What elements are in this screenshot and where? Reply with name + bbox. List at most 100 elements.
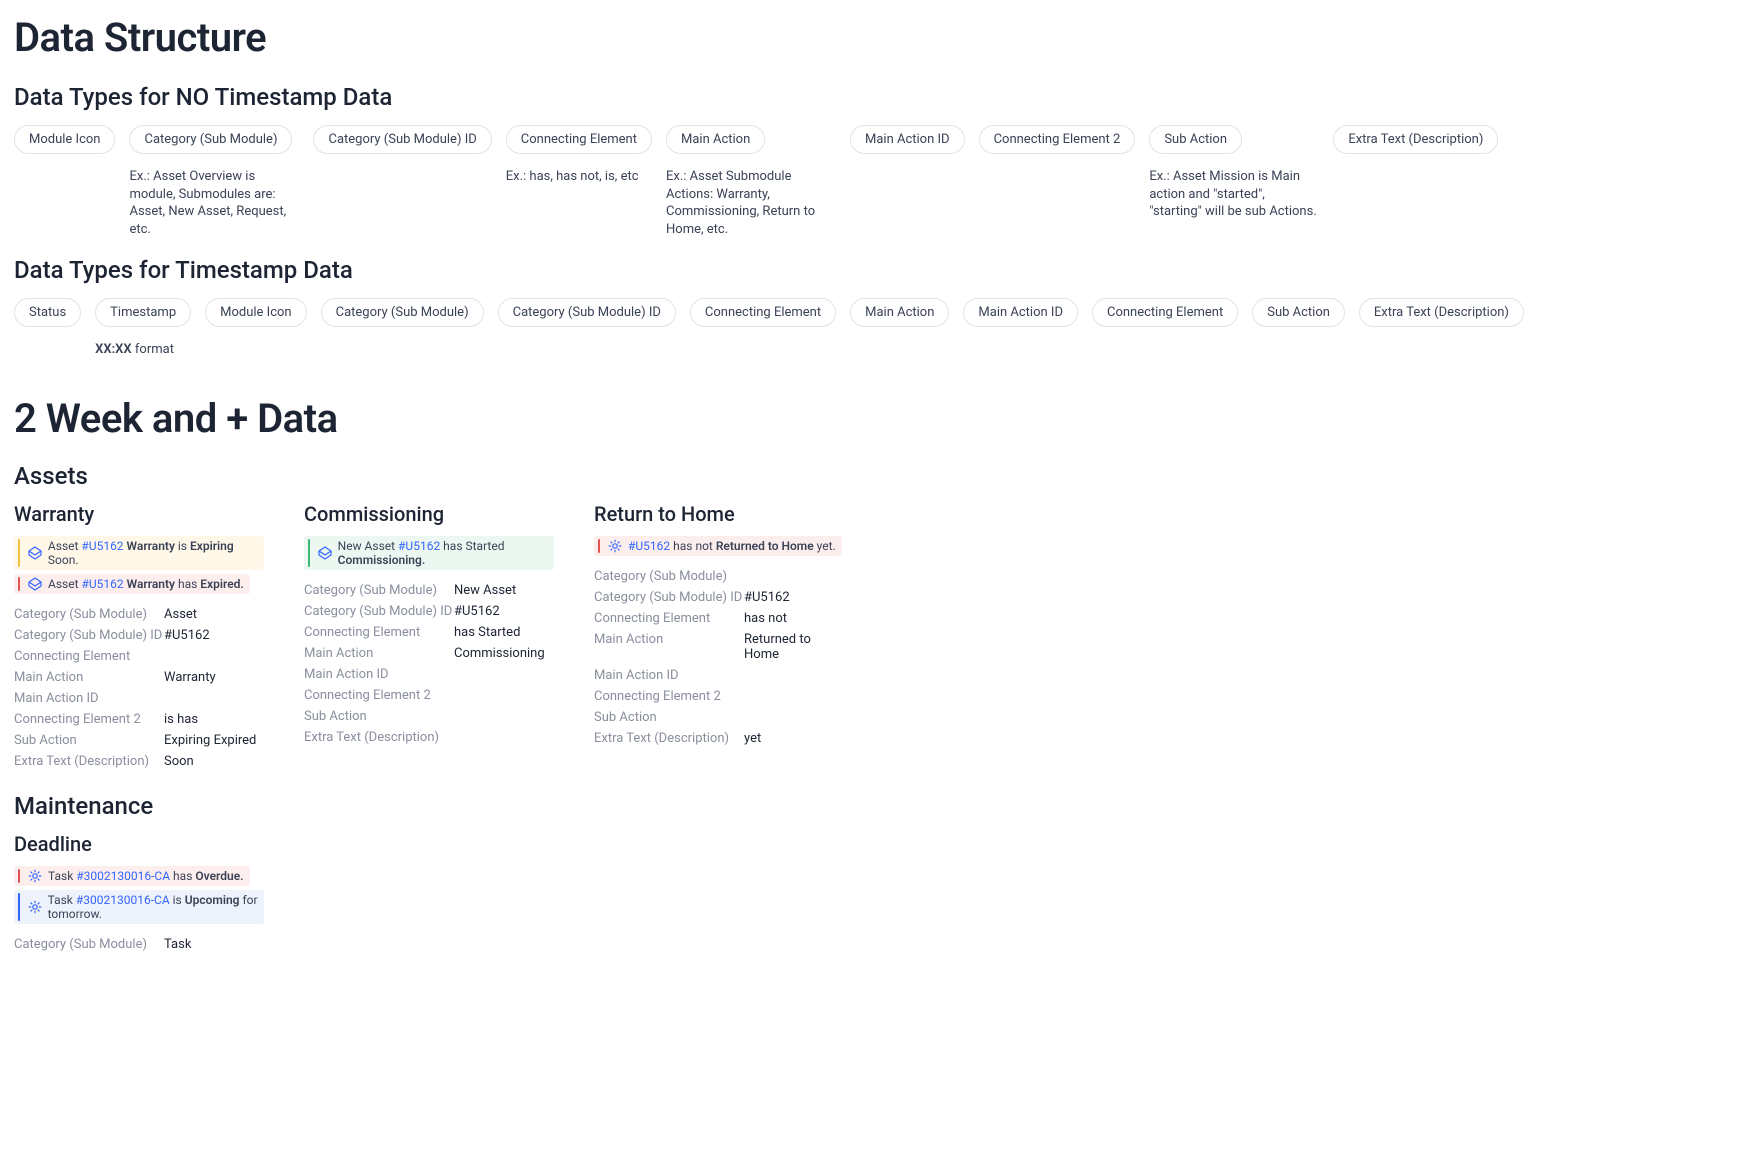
id-link[interactable]: #3002130016-CA bbox=[76, 869, 170, 883]
pill-column: Category (Sub Module) bbox=[321, 298, 484, 359]
kv-key: Category (Sub Module) bbox=[14, 607, 164, 622]
status-bar bbox=[308, 539, 310, 567]
kv-row: Category (Sub Module) ID#U5162 bbox=[14, 625, 264, 646]
kv-row: Category (Sub Module) ID#U5162 bbox=[594, 587, 844, 608]
pill-column: Main Action ID bbox=[963, 298, 1078, 359]
pill-column: Connecting Element 2 bbox=[979, 125, 1136, 238]
log-line: Task #3002130016-CA has Overdue. bbox=[14, 866, 250, 886]
column-title: Deadline bbox=[14, 832, 264, 856]
kv-row: Connecting Elementhas not bbox=[594, 608, 844, 629]
kv-value: Returned to Home bbox=[744, 632, 844, 662]
kv-value: Task bbox=[164, 937, 191, 952]
log-text: New Asset #U5162 has Started Commissioni… bbox=[338, 539, 548, 567]
pill-row-timestamp: StatusTimestampXX:XX formatModule IconCa… bbox=[14, 298, 1730, 359]
kv-row: Connecting Element 2 bbox=[594, 686, 844, 707]
id-link[interactable]: #U5162 bbox=[628, 539, 670, 553]
pill: Connecting Element bbox=[506, 125, 652, 154]
id-link[interactable]: #U5162 bbox=[398, 539, 440, 553]
kv-key: Main Action bbox=[304, 646, 454, 661]
pill: Sub Action bbox=[1252, 298, 1345, 327]
pill-column: Connecting Element bbox=[690, 298, 836, 359]
status-bar bbox=[18, 539, 20, 567]
kv-key: Category (Sub Module) ID bbox=[594, 590, 744, 605]
kv-value: Warranty bbox=[164, 670, 216, 685]
id-link[interactable]: #U5162 bbox=[81, 577, 123, 591]
data-column: Deadline Task #3002130016-CA has Overdue.… bbox=[14, 832, 264, 955]
pill-column: Main Action ID bbox=[850, 125, 965, 238]
log-line: New Asset #U5162 has Started Commissioni… bbox=[304, 536, 554, 570]
assets-heading: Assets bbox=[14, 462, 1730, 490]
kv-row: Extra Text (Description)yet bbox=[594, 728, 844, 749]
column-title: Warranty bbox=[14, 502, 264, 526]
id-link[interactable]: #3002130016-CA bbox=[76, 893, 170, 907]
pill-column: Sub Action bbox=[1252, 298, 1345, 359]
kv-key: Main Action bbox=[14, 670, 164, 685]
emphasis: Overdue. bbox=[195, 869, 243, 883]
kv-key: Extra Text (Description) bbox=[594, 731, 744, 746]
kv-key: Connecting Element bbox=[594, 611, 744, 626]
kv-key: Connecting Element 2 bbox=[304, 688, 454, 703]
log-text: #U5162 has not Returned to Home yet. bbox=[628, 539, 836, 553]
pill-description: Ex.: Asset Overview is module, Submodule… bbox=[129, 168, 299, 238]
kv-row: Main Action ID bbox=[304, 664, 554, 685]
maintenance-columns: Deadline Task #3002130016-CA has Overdue.… bbox=[14, 832, 1730, 955]
kv-row: Main ActionCommissioning bbox=[304, 643, 554, 664]
gear-icon bbox=[28, 869, 42, 883]
gear-icon bbox=[608, 539, 622, 553]
kv-key: Connecting Element bbox=[14, 649, 164, 664]
kv-list: Category (Sub Module)Task bbox=[14, 934, 264, 955]
gear-icon bbox=[28, 900, 42, 914]
emphasis: Returned to Home bbox=[716, 539, 814, 553]
status-bar bbox=[18, 869, 20, 883]
pill: Category (Sub Module) ID bbox=[498, 298, 676, 327]
status-bar bbox=[18, 893, 20, 921]
pill: Module Icon bbox=[14, 125, 115, 154]
kv-row: Category (Sub Module)Asset bbox=[14, 604, 264, 625]
pill: Main Action bbox=[850, 298, 949, 327]
kv-key: Main Action bbox=[594, 632, 744, 662]
kv-key: Category (Sub Module) bbox=[304, 583, 454, 598]
kv-row: Extra Text (Description)Soon bbox=[14, 751, 264, 772]
assets-columns: Warranty Asset #U5162 Warranty is Expirin… bbox=[14, 502, 1730, 772]
column-title: Commissioning bbox=[304, 502, 554, 526]
emphasis: Commissioning. bbox=[338, 553, 426, 567]
log-text: Task #3002130016-CA has Overdue. bbox=[48, 869, 244, 883]
maintenance-heading: Maintenance bbox=[14, 792, 1730, 820]
log-text: Task #3002130016-CA is Upcoming for tomo… bbox=[48, 893, 258, 921]
id-link[interactable]: #U5162 bbox=[81, 539, 123, 553]
pill-column: Category (Sub Module) Ex.: Asset Overview… bbox=[129, 125, 299, 238]
pill: Connecting Element bbox=[690, 298, 836, 327]
kv-row: Connecting Element 2is has bbox=[14, 709, 264, 730]
kv-list: Category (Sub Module)New AssetCategory (… bbox=[304, 580, 554, 748]
pill: Module Icon bbox=[205, 298, 306, 327]
kv-row: Extra Text (Description) bbox=[304, 727, 554, 748]
kv-row: Connecting Element 2 bbox=[304, 685, 554, 706]
pill-description: XX:XX format bbox=[95, 341, 174, 359]
pill-column: Module Icon bbox=[14, 125, 115, 238]
kv-key: Category (Sub Module) bbox=[14, 937, 164, 952]
column-title: Return to Home bbox=[594, 502, 844, 526]
pill-description: Ex.: has, has not, is, etc bbox=[506, 168, 639, 186]
pill: Category (Sub Module) bbox=[129, 125, 292, 154]
asset-icon bbox=[28, 577, 42, 591]
pill: Category (Sub Module) bbox=[321, 298, 484, 327]
data-column: Commissioning New Asset #U5162 has Starte… bbox=[304, 502, 554, 772]
kv-row: Connecting Elementhas Started bbox=[304, 622, 554, 643]
kv-key: Sub Action bbox=[14, 733, 164, 748]
pill-column: TimestampXX:XX format bbox=[95, 298, 191, 359]
pill-column: Module Icon bbox=[205, 298, 306, 359]
kv-value: has not bbox=[744, 611, 787, 626]
kv-value: Asset bbox=[164, 607, 197, 622]
kv-row: Connecting Element bbox=[14, 646, 264, 667]
data-column: Return to Home #U5162 has not Returned to… bbox=[594, 502, 844, 772]
kv-value: New Asset bbox=[454, 583, 516, 598]
kv-value: #U5162 bbox=[454, 604, 500, 619]
pill: Connecting Element bbox=[1092, 298, 1238, 327]
log-line: #U5162 has not Returned to Home yet. bbox=[594, 536, 842, 556]
kv-key: Main Action ID bbox=[304, 667, 454, 682]
pill: Main Action ID bbox=[963, 298, 1078, 327]
kv-value: Soon bbox=[164, 754, 194, 769]
pill-description: Ex.: Asset Submodule Actions: Warranty, … bbox=[666, 168, 836, 238]
kv-key: Category (Sub Module) ID bbox=[304, 604, 454, 619]
log-line: Asset #U5162 Warranty is Expiring Soon. bbox=[14, 536, 264, 570]
